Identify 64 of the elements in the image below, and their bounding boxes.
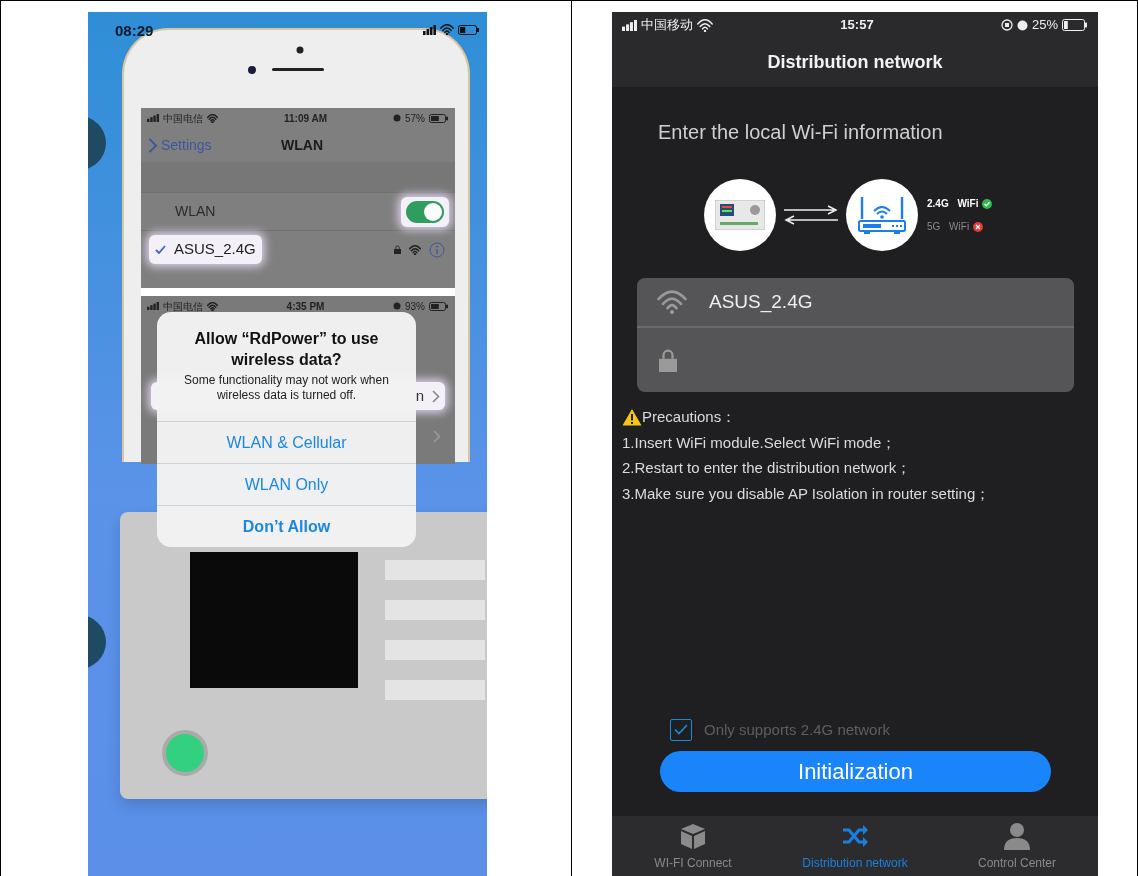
section-heading: Enter the local Wi-Fi information xyxy=(658,121,943,143)
status-time: 15:57 xyxy=(840,16,874,35)
toggle-switch[interactable] xyxy=(406,200,444,223)
wifi-icon xyxy=(409,244,421,255)
clock-time: 08:29 xyxy=(115,21,154,41)
lock-icon xyxy=(394,245,401,254)
battery-icon xyxy=(429,301,449,311)
carrier-name: 中国移动 xyxy=(641,16,693,35)
battery-icon xyxy=(458,24,480,35)
battery-percent: 25% xyxy=(1031,16,1058,35)
battery-icon xyxy=(429,113,449,123)
battery-icon xyxy=(1062,19,1088,31)
row-label: WLAN xyxy=(174,202,216,221)
tab[interactable]: Control Center xyxy=(936,816,1098,876)
status-time: 11:09 AM xyxy=(284,111,327,126)
warning-icon xyxy=(622,407,642,426)
wifi-icon xyxy=(207,301,218,311)
signal-icon xyxy=(622,19,637,31)
shuffle-icon xyxy=(841,822,869,850)
checkmark-icon xyxy=(155,245,166,254)
router-drawing xyxy=(858,195,906,235)
initialization-button[interactable]: Initialization xyxy=(660,751,1051,792)
signal-icon xyxy=(147,114,159,122)
chevron-right-icon xyxy=(432,389,440,403)
status-time: 4:35 PM xyxy=(286,299,325,314)
signal-icon xyxy=(147,302,159,310)
wifi-icon xyxy=(207,113,218,123)
tab[interactable]: WI-FI Connect xyxy=(612,816,774,876)
battery-percent: 57% xyxy=(405,111,425,126)
band-label: 5G WiFi xyxy=(927,220,970,234)
person-icon xyxy=(1003,822,1031,850)
precautions-title: Precautions： xyxy=(642,407,737,427)
tab[interactable]: Distribution network xyxy=(774,816,936,876)
carrier-name: 中国电信 xyxy=(163,299,203,314)
alert-action-button[interactable]: WLAN Only xyxy=(157,463,416,505)
precaution-item: 3.Make sure you disable AP Isolation in router setting； xyxy=(622,484,991,502)
power-supply-drawing xyxy=(715,200,765,230)
screen-title: Distribution network xyxy=(767,51,943,74)
exchange-arrows-icon xyxy=(782,204,840,226)
signal-icon xyxy=(423,24,436,35)
info-icon xyxy=(429,241,445,258)
screen-title: WLAN xyxy=(281,135,323,155)
rotation-lock-icon xyxy=(1000,19,1013,31)
wifi-icon xyxy=(657,290,687,314)
carrier-name: 中国电信 xyxy=(163,111,203,126)
alert-message: Some functionality may not work when wireless data is turned off. xyxy=(183,372,390,404)
battery-percent: 93% xyxy=(405,299,425,314)
checkmark-icon xyxy=(674,724,688,736)
network-row[interactable]: ASUS_2.4G xyxy=(149,235,262,264)
wifi-icon xyxy=(440,24,454,35)
checkbox[interactable] xyxy=(670,718,692,741)
band-label: 2.4G WiFi xyxy=(927,197,979,211)
alert-action-button[interactable]: WLAN & Cellular xyxy=(157,421,416,463)
ssid-field[interactable]: ASUS_2.4G xyxy=(707,286,1074,318)
chevron-right-icon xyxy=(433,430,441,443)
alert-title: Allow “RdPower” to use wireless data? xyxy=(193,329,380,370)
row-label: n xyxy=(415,385,424,406)
lock-icon xyxy=(659,348,677,372)
alert-action-button[interactable]: Don’t Allow xyxy=(157,505,416,547)
checkbox-label: Only supports 2.4G network xyxy=(704,719,890,740)
cube-icon xyxy=(679,822,707,850)
wifi-icon xyxy=(697,18,713,32)
precaution-item: 2.Restart to enter the distribution network； xyxy=(622,459,912,476)
precaution-item: 1.Insert WiFi module.Select WiFi mode； xyxy=(622,433,897,451)
